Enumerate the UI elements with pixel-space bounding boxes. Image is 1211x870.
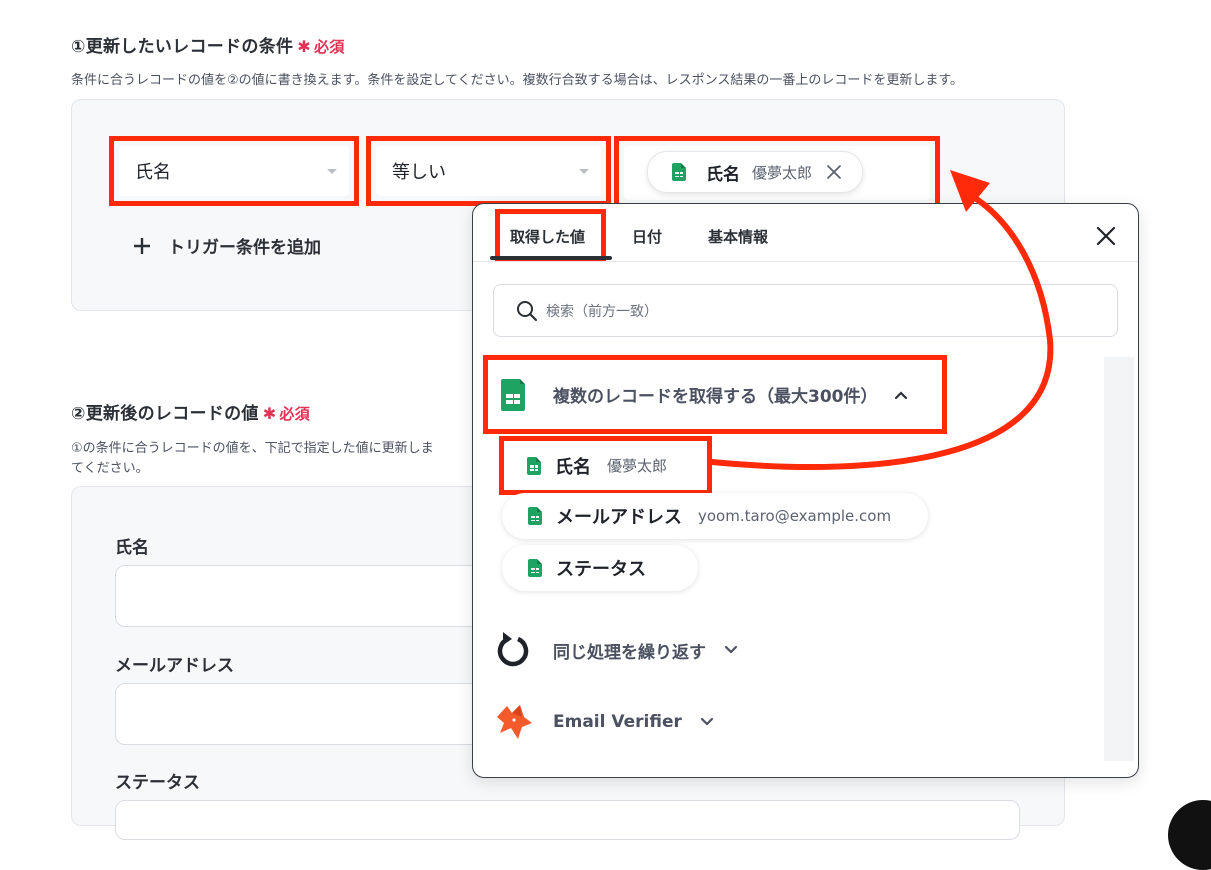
annotation-arrow — [709, 170, 1054, 470]
